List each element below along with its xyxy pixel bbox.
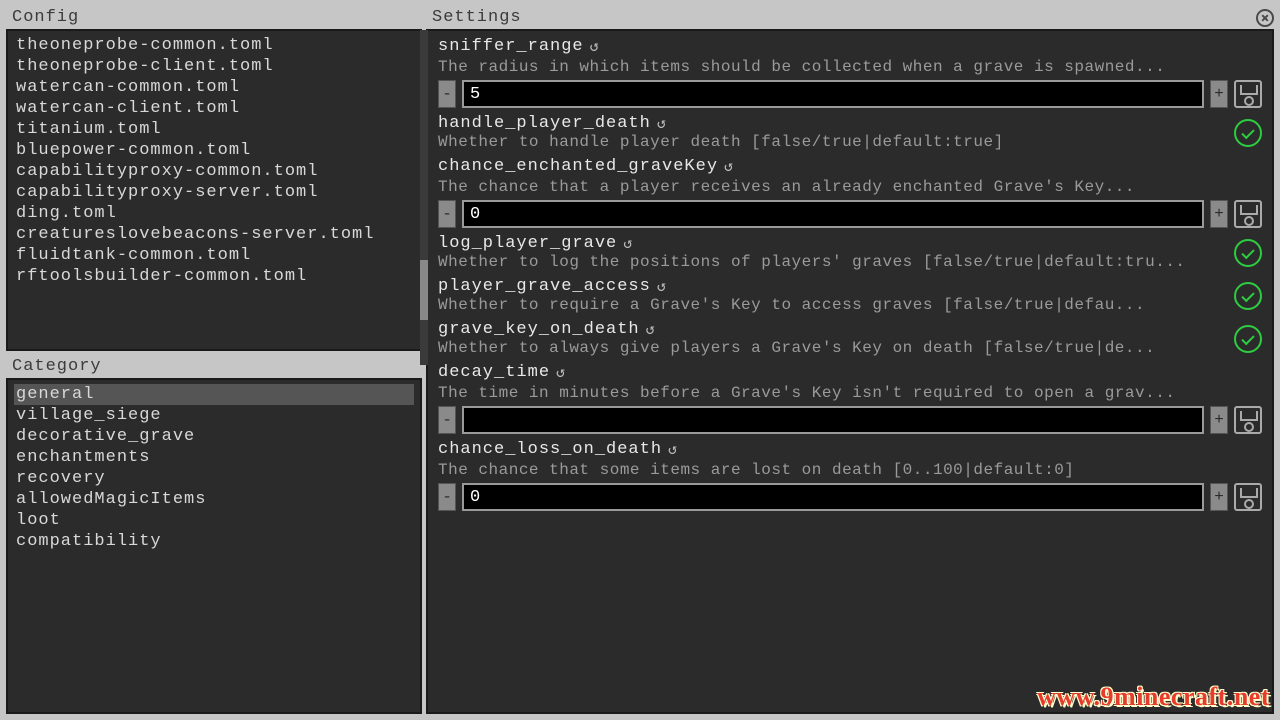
config-item[interactable]: theoneprobe-client.toml bbox=[14, 56, 414, 77]
reset-icon[interactable]: ↺ bbox=[668, 440, 677, 459]
minus-button[interactable]: - bbox=[438, 483, 456, 511]
reset-icon[interactable]: ↺ bbox=[623, 234, 632, 253]
minus-button[interactable]: - bbox=[438, 406, 456, 434]
setting-title: chance_enchanted_graveKey bbox=[438, 157, 718, 176]
setting-desc: The radius in which items should be coll… bbox=[438, 58, 1262, 76]
reset-icon[interactable]: ↺ bbox=[724, 157, 733, 176]
save-icon[interactable] bbox=[1234, 483, 1262, 511]
category-header: Category bbox=[6, 355, 422, 378]
config-item[interactable]: ding.toml bbox=[14, 203, 414, 224]
category-item[interactable]: allowedMagicItems bbox=[14, 489, 414, 510]
config-item[interactable]: rftoolsbuilder-common.toml bbox=[14, 266, 414, 287]
plus-button[interactable]: + bbox=[1210, 200, 1228, 228]
setting-desc: Whether to log the positions of players'… bbox=[438, 253, 1228, 271]
check-icon[interactable] bbox=[1234, 282, 1262, 310]
config-header: Config bbox=[6, 6, 422, 29]
plus-button[interactable]: + bbox=[1210, 406, 1228, 434]
plus-button[interactable]: + bbox=[1210, 80, 1228, 108]
setting-desc: The chance that some items are lost on d… bbox=[438, 461, 1262, 479]
config-list: theoneprobe-common.tomltheoneprobe-clien… bbox=[6, 29, 422, 351]
setting-title: chance_loss_on_death bbox=[438, 440, 662, 459]
category-item[interactable]: village_siege bbox=[14, 405, 414, 426]
setting-title: player_grave_access bbox=[438, 277, 651, 296]
value-input[interactable] bbox=[462, 200, 1204, 228]
setting-title: grave_key_on_death bbox=[438, 320, 640, 339]
setting-title: log_player_grave bbox=[438, 234, 617, 253]
config-item[interactable]: watercan-client.toml bbox=[14, 98, 414, 119]
value-input[interactable] bbox=[462, 80, 1204, 108]
reset-icon[interactable]: ↺ bbox=[657, 114, 666, 133]
save-icon[interactable] bbox=[1234, 200, 1262, 228]
setting-desc: The time in minutes before a Grave's Key… bbox=[438, 384, 1262, 402]
minus-button[interactable]: - bbox=[438, 80, 456, 108]
plus-button[interactable]: + bbox=[1210, 483, 1228, 511]
setting-desc: Whether to always give players a Grave's… bbox=[438, 339, 1228, 357]
settings-header: Settings bbox=[426, 6, 1256, 29]
config-item[interactable]: capabilityproxy-server.toml bbox=[14, 182, 414, 203]
config-item[interactable]: titanium.toml bbox=[14, 119, 414, 140]
category-item[interactable]: loot bbox=[14, 510, 414, 531]
setting-title: handle_player_death bbox=[438, 114, 651, 133]
category-item[interactable]: decorative_grave bbox=[14, 426, 414, 447]
config-item[interactable]: capabilityproxy-common.toml bbox=[14, 161, 414, 182]
check-icon[interactable] bbox=[1234, 325, 1262, 353]
watermark: www.9minecraft.net bbox=[1037, 682, 1270, 712]
category-item[interactable]: general bbox=[14, 384, 414, 405]
category-item[interactable]: recovery bbox=[14, 468, 414, 489]
config-item[interactable]: fluidtank-common.toml bbox=[14, 245, 414, 266]
check-icon[interactable] bbox=[1234, 119, 1262, 147]
category-item[interactable]: enchantments bbox=[14, 447, 414, 468]
save-icon[interactable] bbox=[1234, 80, 1262, 108]
reset-icon[interactable]: ↺ bbox=[590, 37, 599, 56]
reset-icon[interactable]: ↺ bbox=[556, 363, 565, 382]
save-icon[interactable] bbox=[1234, 406, 1262, 434]
check-icon[interactable] bbox=[1234, 239, 1262, 267]
setting-title: sniffer_range bbox=[438, 37, 584, 56]
config-scrollthumb[interactable] bbox=[420, 260, 428, 320]
setting-desc: Whether to handle player death [false/tr… bbox=[438, 133, 1228, 151]
value-input[interactable] bbox=[462, 483, 1204, 511]
setting-title: decay_time bbox=[438, 363, 550, 382]
reset-icon[interactable]: ↺ bbox=[646, 320, 655, 339]
category-item[interactable]: compatibility bbox=[14, 531, 414, 552]
config-item[interactable]: watercan-common.toml bbox=[14, 77, 414, 98]
config-item[interactable]: creatureslovebeacons-server.toml bbox=[14, 224, 414, 245]
minus-button[interactable]: - bbox=[438, 200, 456, 228]
close-icon[interactable] bbox=[1256, 9, 1274, 27]
config-scrollbar[interactable] bbox=[420, 30, 428, 365]
reset-icon[interactable]: ↺ bbox=[657, 277, 666, 296]
settings-list: sniffer_range ↺ The radius in which items … bbox=[426, 29, 1274, 714]
setting-desc: The chance that a player receives an alr… bbox=[438, 178, 1262, 196]
setting-desc: Whether to require a Grave's Key to acce… bbox=[438, 296, 1228, 314]
value-input[interactable] bbox=[462, 406, 1204, 434]
config-item[interactable]: bluepower-common.toml bbox=[14, 140, 414, 161]
category-list: generalvillage_siegedecorative_graveench… bbox=[6, 378, 422, 714]
config-item[interactable]: theoneprobe-common.toml bbox=[14, 35, 414, 56]
